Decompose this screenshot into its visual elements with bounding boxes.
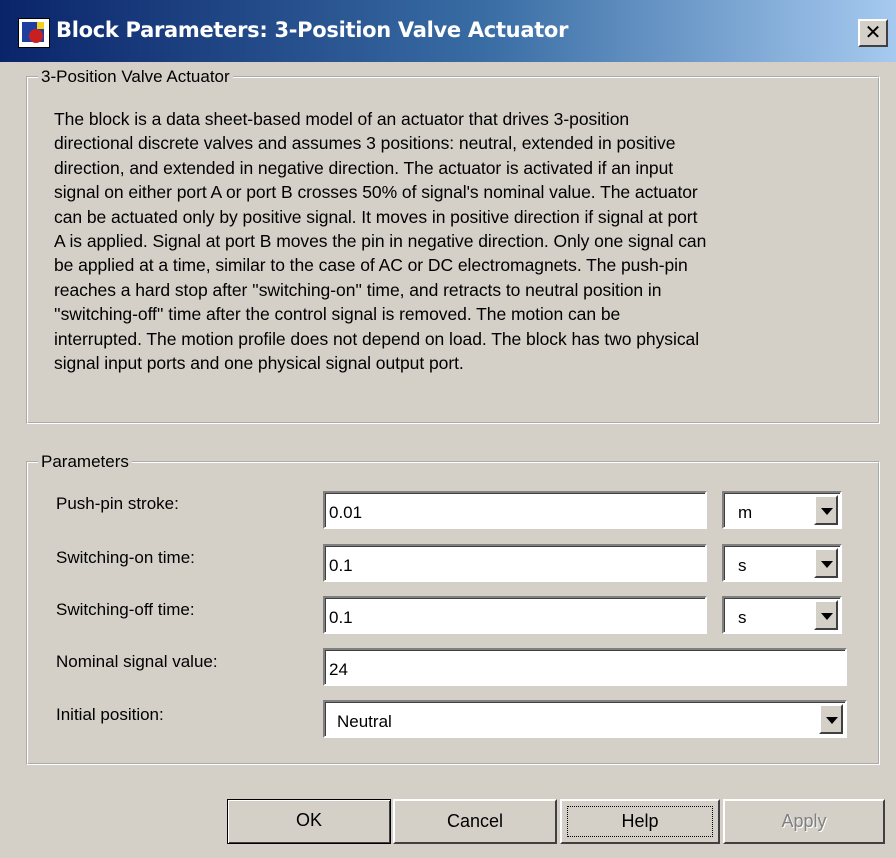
description-line: A is applied. Signal at port B moves the…: [54, 231, 707, 252]
switching-on-time-unit-value: s: [738, 556, 747, 575]
close-button[interactable]: ✕: [858, 19, 888, 47]
description-line: ''switching-off'' time after the control…: [54, 304, 621, 325]
chevron-down-icon[interactable]: [819, 704, 843, 734]
chevron-down-icon[interactable]: [814, 600, 838, 630]
description-line: The block is a data sheet-based model of…: [54, 109, 630, 129]
title-bar[interactable]: Block Parameters: 3-Position Valve Actua…: [0, 0, 896, 62]
switching-off-time-unit-select[interactable]: s: [722, 596, 842, 634]
nominal-signal-value-field[interactable]: 24: [323, 648, 847, 686]
parameters-group-legend: Parameters: [41, 452, 129, 471]
push-pin-stroke-unit-value: m: [738, 503, 753, 522]
description-line: signal on either port A or port B crosse…: [54, 182, 698, 203]
push-pin-stroke-unit-select[interactable]: m: [722, 491, 842, 529]
initial-position-value: Neutral: [337, 712, 392, 731]
initial-position-select[interactable]: Neutral: [323, 700, 847, 738]
push-pin-stroke-field[interactable]: 0.01: [323, 491, 707, 529]
switching-on-time-unit-select[interactable]: s: [722, 544, 842, 582]
switching-on-time-label: Switching-on time:: [56, 548, 195, 567]
block-parameters-dialog: Block Parameters: 3-Position Valve Actua…: [0, 0, 896, 858]
help-button[interactable]: Help: [560, 799, 720, 844]
block-description: The block is a data sheet-based model of…: [54, 107, 854, 375]
description-line: direction, and extended in negative dire…: [54, 157, 674, 178]
apply-button[interactable]: Apply: [723, 799, 885, 844]
nominal-signal-value-label: Nominal signal value:: [56, 652, 218, 671]
description-line: reaches a hard stop after ''switching-on…: [54, 279, 662, 300]
chevron-down-icon[interactable]: [814, 495, 838, 525]
switching-on-time-field[interactable]: 0.1: [323, 544, 707, 582]
description-line: can be actuated only by positive signal.…: [54, 206, 698, 227]
description-line: signal input ports and one physical sign…: [54, 353, 464, 374]
focus-indicator: [567, 806, 713, 837]
switching-off-time-label: Switching-off time:: [56, 600, 195, 619]
cancel-button[interactable]: Cancel: [393, 799, 557, 844]
description-line: be applied at a time, similar to the cas…: [54, 255, 688, 276]
switching-off-time-unit-value: s: [738, 608, 747, 627]
description-group-legend: 3-Position Valve Actuator: [41, 67, 230, 86]
push-pin-stroke-label: Push-pin stroke:: [56, 494, 179, 513]
window-title: Block Parameters: 3-Position Valve Actua…: [56, 18, 569, 42]
initial-position-label: Initial position:: [56, 705, 164, 724]
description-line: interrupted. The motion profile does not…: [54, 328, 700, 349]
switching-off-time-field[interactable]: 0.1: [323, 596, 707, 634]
ok-button[interactable]: OK: [227, 799, 391, 844]
chevron-down-icon[interactable]: [814, 548, 838, 578]
description-line: directional discrete valves and assumes …: [54, 133, 676, 154]
simulink-block-icon: [18, 18, 50, 48]
close-icon: ✕: [864, 20, 882, 44]
